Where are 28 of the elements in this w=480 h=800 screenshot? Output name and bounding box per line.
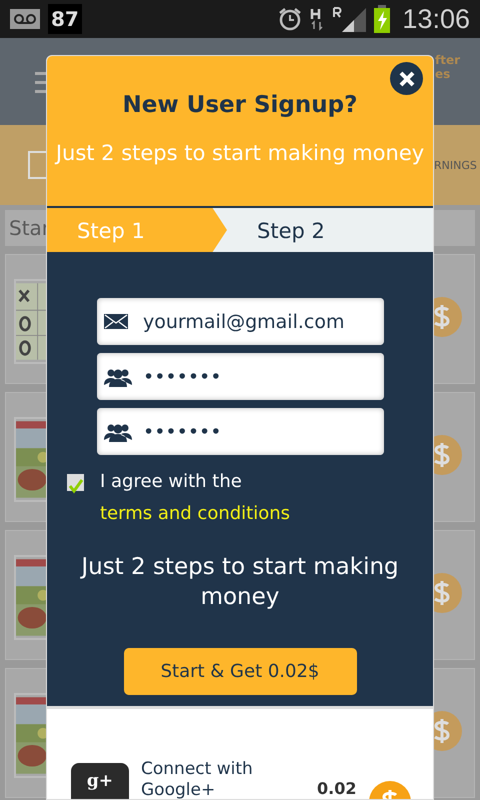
signal-icon xyxy=(332,6,366,32)
battery-charging-icon xyxy=(374,5,390,33)
notification-count: 87 xyxy=(48,4,82,34)
clock: 13:06 xyxy=(402,2,470,36)
mail-icon xyxy=(104,312,128,330)
google-connect-button[interactable]: g+ Connect with Google+ xyxy=(71,763,271,799)
users-icon xyxy=(104,422,132,442)
dialog-subtitle: Just 2 steps to start making money xyxy=(54,140,426,167)
start-button[interactable]: Start & Get 0.02$ xyxy=(124,648,356,695)
alarm-icon xyxy=(278,7,302,31)
header-text: fter xyxy=(435,54,460,67)
agree-checkbox[interactable] xyxy=(67,474,84,491)
reward-amount: 0.02 xyxy=(317,778,356,799)
check-icon xyxy=(67,478,84,496)
terms-link[interactable]: terms and conditions xyxy=(100,503,290,524)
close-icon xyxy=(398,70,414,86)
close-button[interactable] xyxy=(390,62,423,95)
input-field[interactable]: ••••••• xyxy=(97,353,384,400)
network-type-icon xyxy=(310,7,324,31)
voicemail-icon xyxy=(10,9,40,29)
users-icon xyxy=(104,367,132,387)
agree-text: I agree with the terms and conditions xyxy=(100,470,292,526)
input-field[interactable]: ••••••• xyxy=(97,408,384,455)
header-text: es xyxy=(435,68,450,81)
input-field[interactable]: yourmail@gmail.com xyxy=(97,298,384,345)
tagline: Just 2 steps to start making money xyxy=(79,553,400,612)
google-plus-logo: g+ xyxy=(71,763,129,799)
dialog-title: New User Signup? xyxy=(122,91,358,120)
